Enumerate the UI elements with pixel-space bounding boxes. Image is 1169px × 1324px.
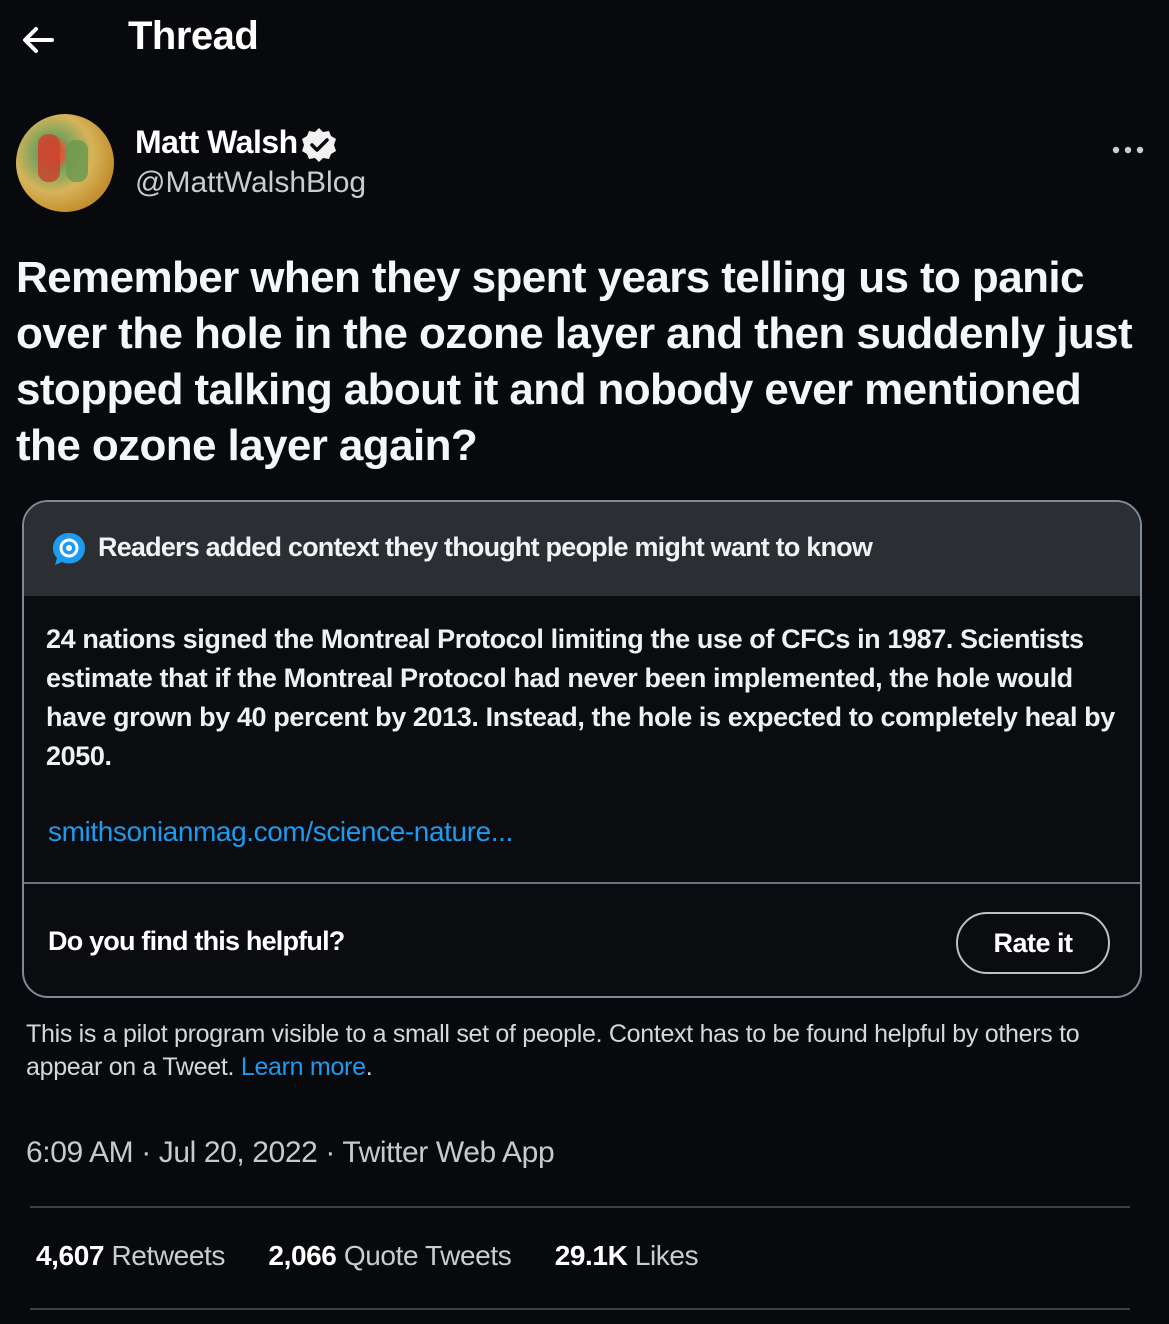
tweet-text: Remember when they spent years telling u… bbox=[16, 253, 1133, 470]
helpful-question: Do you find this helpful? bbox=[48, 926, 345, 956]
thread-header: Thread bbox=[0, 0, 1169, 80]
pilot-note-end: . bbox=[365, 1053, 373, 1081]
retweets-label: Retweets bbox=[111, 1240, 225, 1271]
quotes-count: 2,066 bbox=[268, 1240, 337, 1271]
page-title: Thread bbox=[128, 14, 259, 58]
likes-label: Likes bbox=[634, 1240, 699, 1271]
avatar[interactable] bbox=[16, 114, 114, 212]
tweet-detail-page: Thread Matt Walsh @MattWalshBlog Remembe… bbox=[0, 0, 1169, 1324]
meta-separator: · bbox=[317, 1136, 343, 1169]
retweets-stat[interactable]: 4,607 Retweets bbox=[36, 1240, 225, 1272]
learn-more-link[interactable]: Learn more bbox=[241, 1053, 366, 1081]
tweet-source: Twitter Web App bbox=[342, 1136, 555, 1169]
retweets-count: 4,607 bbox=[36, 1240, 105, 1271]
community-note-body: 24 nations signed the Montreal Protocol … bbox=[46, 624, 1115, 771]
quote-tweets-stat[interactable]: 2,066 Quote Tweets bbox=[268, 1240, 511, 1272]
arrow-left-icon[interactable] bbox=[18, 20, 58, 60]
likes-count: 29.1K bbox=[554, 1240, 628, 1271]
rate-it-button[interactable]: Rate it bbox=[956, 912, 1110, 974]
quotes-label: Quote Tweets bbox=[343, 1240, 512, 1271]
pilot-note-text: This is a pilot program visible to a sma… bbox=[26, 1020, 1080, 1081]
source-link[interactable]: smithsonianmag.com/science-nature... bbox=[48, 816, 513, 848]
tweet-time[interactable]: 6:09 AM bbox=[26, 1136, 134, 1169]
community-notes-icon bbox=[50, 530, 88, 568]
verified-badge-icon bbox=[300, 126, 338, 164]
tweet-date[interactable]: Jul 20, 2022 bbox=[159, 1136, 318, 1169]
community-note-card: Readers added context they thought peopl… bbox=[22, 500, 1142, 998]
more-horizontal-icon[interactable] bbox=[1108, 138, 1148, 162]
community-note-title: Readers added context they thought peopl… bbox=[98, 532, 873, 562]
likes-stat[interactable]: 29.1K Likes bbox=[554, 1240, 699, 1272]
divider bbox=[30, 1308, 1130, 1310]
author-name[interactable]: Matt Walsh bbox=[135, 124, 298, 161]
divider bbox=[30, 1206, 1130, 1208]
pilot-note: This is a pilot program visible to a sma… bbox=[26, 1018, 1126, 1084]
community-note-header: Readers added context they thought peopl… bbox=[24, 502, 1140, 596]
tweet-meta: 6:09 AM · Jul 20, 2022 · Twitter Web App bbox=[26, 1136, 555, 1170]
engagement-stats: 4,607 Retweets 2,066 Quote Tweets 29.1K … bbox=[36, 1240, 734, 1272]
meta-separator: · bbox=[133, 1136, 159, 1169]
card-divider bbox=[24, 882, 1140, 884]
author-handle[interactable]: @MattWalshBlog bbox=[135, 166, 366, 200]
